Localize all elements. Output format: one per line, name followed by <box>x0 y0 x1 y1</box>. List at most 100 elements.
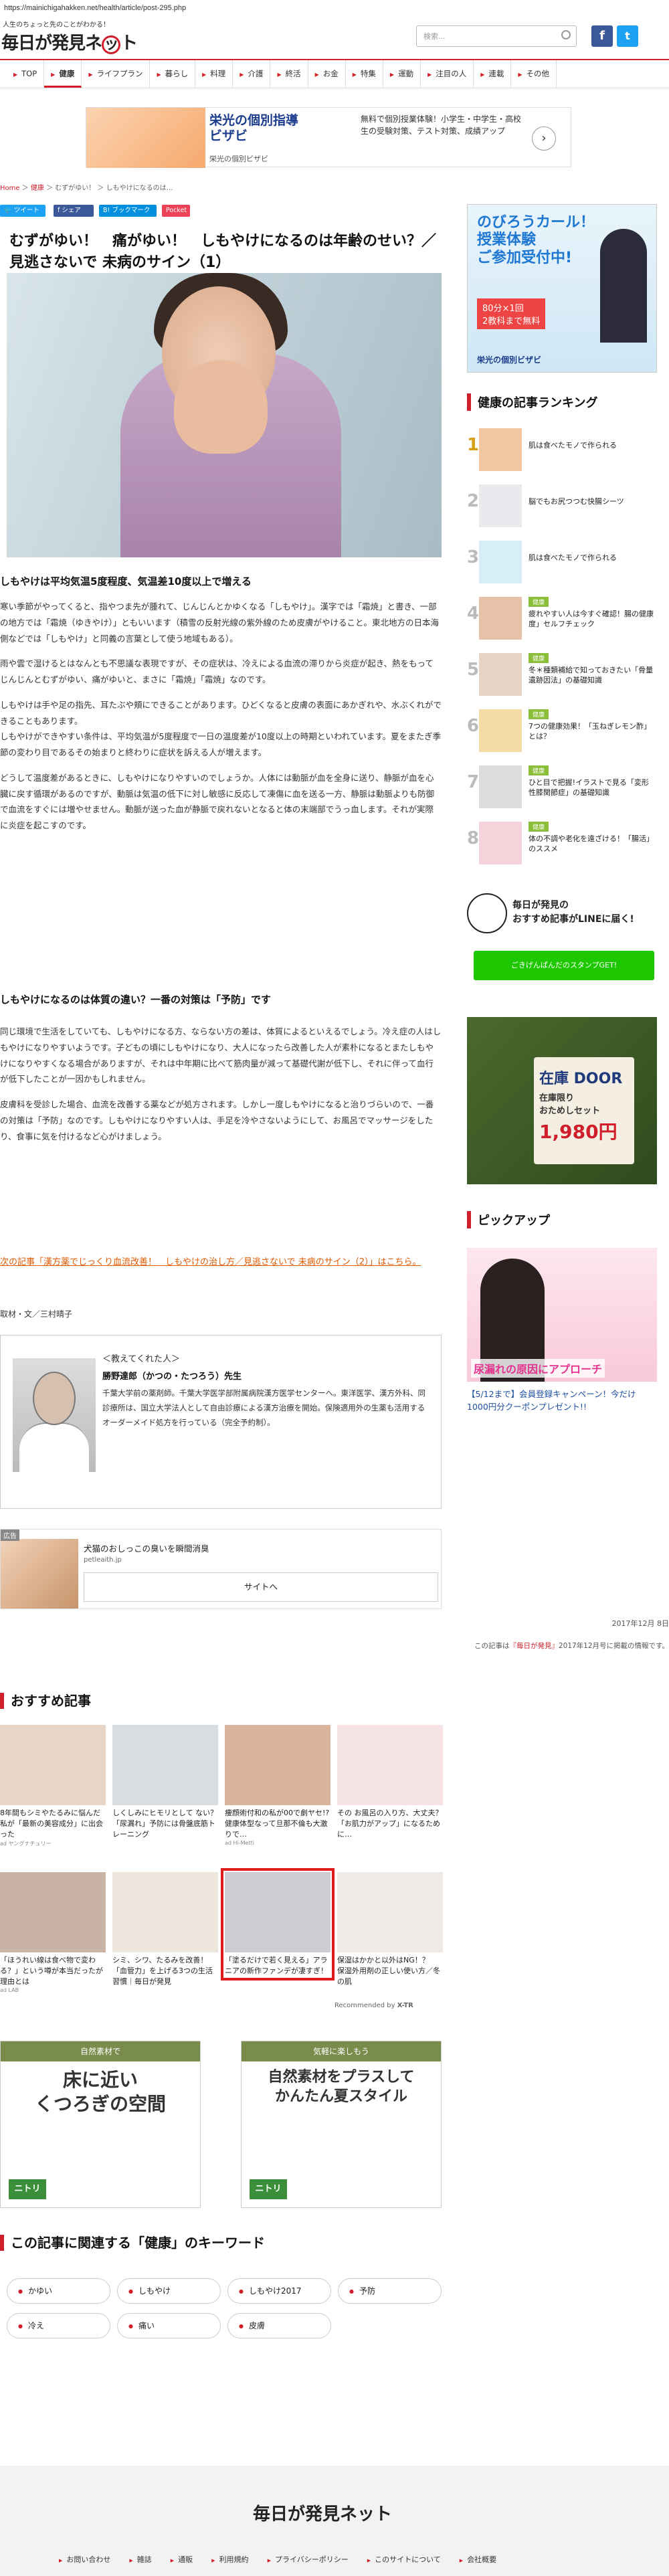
ranking-caption[interactable]: ひと目で把握!イラストで見る「変形性膝関節症」の基礎知識 <box>529 777 656 798</box>
nav-item-7[interactable]: ▶ お金 <box>308 60 346 88</box>
ranking-caption[interactable]: 肌は食べたモノで作られる <box>529 553 656 563</box>
next-article-link[interactable]: 次の記事「漢方薬でじっくり血流改善！ しもやけの治し方／見逃さないで 未病のサイ… <box>0 1255 442 1271</box>
recommend-item[interactable]: シミ、シワ、たるみを改善！「血管力」を上げる3つの生活習慣｜毎日が発見 <box>112 1872 218 1987</box>
share-twitter-button[interactable]: 🐦 ツイート <box>0 205 45 217</box>
recommend-caption[interactable]: 8年間もシミやたるみに悩んだ私が「最新の美容成分」に出会った <box>0 1808 106 1840</box>
sidebar-product-ad[interactable]: 在庫 DOOR 在庫限り おためしセット 1,980円 <box>467 1017 657 1184</box>
nav-item-8[interactable]: ▶ 特集 <box>346 60 383 88</box>
ranking-caption[interactable]: 肌は食べたモノで作られる <box>529 440 656 450</box>
sidebar-ad[interactable]: のびろうカール！ 授業体験 ご参加受付中! 80分×1回 2教科まで無料 栄光の… <box>467 204 657 373</box>
twitter-icon[interactable]: t <box>617 25 638 47</box>
ranking-item[interactable]: 1 肌は食べたモノで作られる <box>467 428 657 471</box>
nitori-banner-1[interactable]: 自然素材で 床に近い くつろぎの空間 ニトリ <box>0 2041 201 2208</box>
footer-link[interactable]: 通販 <box>161 2554 202 2565</box>
recommend-thumb[interactable] <box>0 1725 106 1805</box>
recommend-caption[interactable]: シミ、シワ、たるみを改善！「血管力」を上げる3つの生活習慣｜毎日が発見 <box>112 1955 218 1987</box>
magazine-link[interactable]: 『毎日が発見』 <box>509 1642 559 1650</box>
ad-title[interactable]: 犬猫のおしっこの臭いを瞬間消臭 <box>84 1542 209 1554</box>
site-logo[interactable]: 毎日が発見ネット <box>1 29 138 54</box>
chevron-right-icon[interactable]: › <box>532 126 556 151</box>
share-facebook-button[interactable]: f シェア <box>54 205 94 217</box>
keyword-tag[interactable]: 予防 <box>338 2278 442 2304</box>
search-icon[interactable] <box>561 30 571 39</box>
ad-image[interactable] <box>1 1539 78 1608</box>
ranking-item[interactable]: 3 肌は食べたモノで作られる <box>467 541 657 583</box>
nav-item-5[interactable]: ▶ 介護 <box>233 60 271 88</box>
ranking-thumb[interactable] <box>479 484 522 527</box>
nitori-banner-2[interactable]: 気軽に楽しもう 自然素材をプラスして かんたん夏スタイル ニトリ <box>241 2041 442 2208</box>
ranking-caption[interactable]: 体の不調や老化を遠ざける！「腸活」のススメ <box>529 834 656 854</box>
ad-title[interactable]: 栄光の個別指導 ビザビ <box>209 113 298 144</box>
recommend-item[interactable]: 痩顔術付和の私が00で劇ヤセ!?健康体型なって旦那不倫も大激りで… ad Hi-M… <box>225 1725 330 1846</box>
recommend-item[interactable]: 「塗るだけで若く見える」アラニアの新作ファンデが凄すぎ！ <box>221 1868 334 1981</box>
recommend-item[interactable]: しくしみにヒモリとして ない？「尿漏れ」予防には骨盤底筋トレーニング <box>112 1725 218 1840</box>
recommend-item[interactable]: 8年間もシミやたるみに悩んだ私が「最新の美容成分」に出会った ad ヤングナチュリ… <box>0 1725 106 1847</box>
keyword-tag[interactable]: かゆい <box>7 2278 110 2304</box>
ranking-item[interactable]: 6 健康 7つの健康効果！「玉ねぎレモン酢」とは？ <box>467 709 657 752</box>
nav-item-2[interactable]: ▶ ライフプラン <box>82 60 151 88</box>
ranking-caption[interactable]: 冬＊種類補給で知っておきたい「骨量遺跡因法」の基礎知識 <box>529 665 656 686</box>
share-pocket-button[interactable]: Pocket <box>162 205 190 217</box>
recommend-caption[interactable]: 痩顔術付和の私が00で劇ヤセ!?健康体型なって旦那不倫も大激りで… <box>225 1808 330 1840</box>
footer-link[interactable]: プライバシーポリシー <box>258 2554 358 2565</box>
ranking-thumb[interactable] <box>479 597 522 640</box>
recommend-thumb[interactable] <box>225 1725 330 1805</box>
recommend-caption[interactable]: 保湿はかかと以外はNG！？ 保湿外用剤の正しい使い方／冬の肌 <box>337 1955 443 1987</box>
recommend-thumb[interactable] <box>112 1872 218 1952</box>
footer-link[interactable]: 雑誌 <box>120 2554 161 2565</box>
line-promo[interactable]: 毎日が発見の おすすめ記事がLINEに届く! ごきげんぱんだのスタンプGET! <box>467 893 657 987</box>
ranking-thumb[interactable] <box>479 765 522 808</box>
ranking-item[interactable]: 2 脳でもお尻つつむ快腸シーツ <box>467 484 657 527</box>
ad-image[interactable] <box>86 108 205 168</box>
recommend-caption[interactable]: 「塗るだけで若く見える」アラニアの新作ファンデが凄すぎ！ <box>225 1955 330 1976</box>
recommend-thumb[interactable] <box>225 1872 330 1952</box>
nav-item-11[interactable]: ▶ 連載 <box>474 60 512 88</box>
ranking-item[interactable]: 8 健康 体の不調や老化を遠ざける！「腸活」のススメ <box>467 822 657 864</box>
nav-item-10[interactable]: ▶ 注目の人 <box>421 60 474 88</box>
keyword-tag[interactable]: しもやけ <box>117 2278 221 2304</box>
keyword-tag[interactable]: 皮膚 <box>227 2313 331 2338</box>
recommend-item[interactable]: 保湿はかかと以外はNG！？ 保湿外用剤の正しい使い方／冬の肌 <box>337 1872 443 1987</box>
ranking-caption[interactable]: 脳でもお尻つつむ快腸シーツ <box>529 496 656 507</box>
line-sticker-button[interactable]: ごきげんぱんだのスタンプGET! <box>474 951 654 980</box>
nav-item-4[interactable]: ▶ 料理 <box>195 60 233 88</box>
recommend-thumb[interactable] <box>337 1872 443 1952</box>
footer-link[interactable]: 利用規約 <box>202 2554 258 2565</box>
recommend-thumb[interactable] <box>112 1725 218 1805</box>
ranking-thumb[interactable] <box>479 709 522 752</box>
keyword-tag[interactable]: しもやけ2017 <box>227 2278 331 2304</box>
ranking-thumb[interactable] <box>479 822 522 864</box>
facebook-icon[interactable]: f <box>591 25 613 47</box>
recommend-item[interactable]: 「ほうれい線は食べ物で変わる？」という噂が本当だったが理由とは ad LAB <box>0 1872 106 1993</box>
recommend-item[interactable]: その お風呂の入り方、大丈夫？「お肌力がアップ」になるために… <box>337 1725 443 1840</box>
nav-item-6[interactable]: ▶ 終活 <box>270 60 308 88</box>
ranking-item[interactable]: 5 健康 冬＊種類補給で知っておきたい「骨量遺跡因法」の基礎知識 <box>467 653 657 696</box>
browser-url[interactable]: https://mainichigahakken.net/health/arti… <box>0 0 669 19</box>
recommend-caption[interactable]: 「ほうれい線は食べ物で変わる？」という噂が本当だったが理由とは <box>0 1955 106 1987</box>
ranking-caption[interactable]: 7つの健康効果！「玉ねぎレモン酢」とは？ <box>529 721 656 742</box>
share-hatena-button[interactable]: B! ブックマーク <box>99 205 157 217</box>
recommend-thumb[interactable] <box>0 1872 106 1952</box>
nav-item-3[interactable]: ▶ 暮らし <box>150 60 196 88</box>
keyword-tag[interactable]: 痛い <box>117 2313 221 2338</box>
top-ad-banner[interactable]: 栄光の個別指導 ビザビ 栄光の個別ビザビ 無料で個別授業体験！小学生・中学生・高… <box>86 107 571 168</box>
nav-item-12[interactable]: ▶ その他 <box>511 60 557 88</box>
footer-logo[interactable]: 毎日が発見ネット <box>253 2500 392 2525</box>
inline-ad[interactable]: 広告 犬猫のおしっこの臭いを瞬間消臭 petleaith.jp サイトへ <box>0 1529 442 1609</box>
recommend-caption[interactable]: しくしみにヒモリとして ない？「尿漏れ」予防には骨盤底筋トレーニング <box>112 1808 218 1840</box>
nav-item-0[interactable]: ▶ TOP <box>7 60 45 88</box>
ranking-thumb[interactable] <box>479 541 522 583</box>
recommend-caption[interactable]: その お風呂の入り方、大丈夫？「お肌力がアップ」になるために… <box>337 1808 443 1840</box>
nav-item-9[interactable]: ▶ 運動 <box>383 60 421 88</box>
ranking-item[interactable]: 7 健康 ひと目で把握!イラストで見る「変形性膝関節症」の基礎知識 <box>467 765 657 808</box>
ad-visit-button[interactable]: サイトへ <box>84 1572 438 1602</box>
breadcrumb-home[interactable]: Home <box>0 185 20 192</box>
pickup-image[interactable]: 尿漏れの原因にアプローチ <box>467 1248 657 1382</box>
recommend-thumb[interactable] <box>337 1725 443 1805</box>
footer-link[interactable]: このサイトについて <box>358 2554 450 2565</box>
search-input[interactable]: 検索... <box>416 25 577 47</box>
nav-item-1[interactable]: ▶ 健康 <box>44 60 82 88</box>
footer-link[interactable]: 会社概要 <box>450 2554 506 2565</box>
breadcrumb-category[interactable]: 健康 <box>31 185 44 192</box>
keyword-tag[interactable]: 冷え <box>7 2313 110 2338</box>
